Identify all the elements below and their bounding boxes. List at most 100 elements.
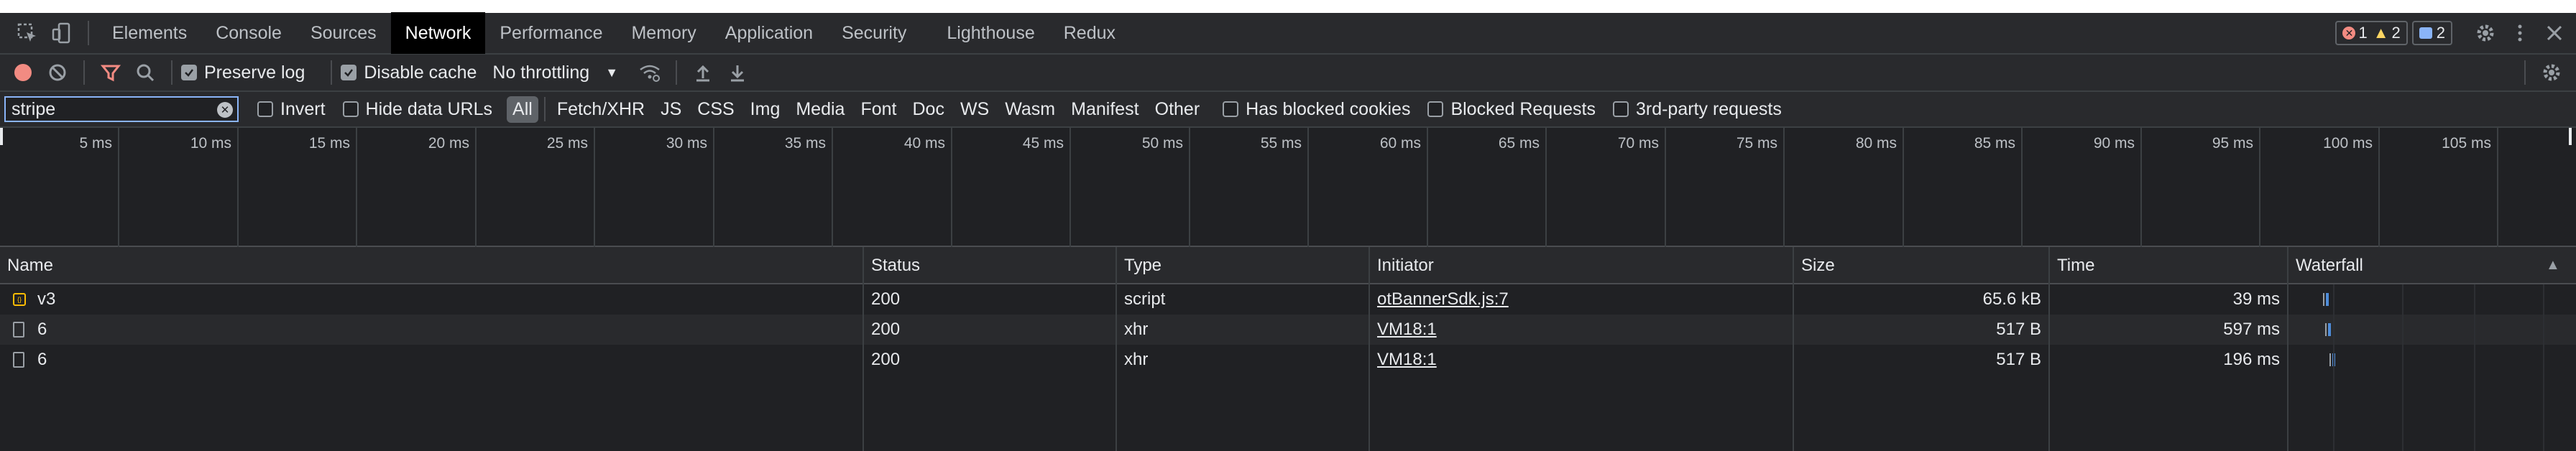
network-conditions-icon[interactable] [632, 55, 667, 90]
throttling-select[interactable]: No throttling ▼ [492, 62, 618, 83]
messages-badge[interactable]: 2 [2411, 21, 2452, 45]
type-filter-ws[interactable]: WS [954, 96, 995, 123]
initiator-link[interactable]: otBannerSdk.js:7 [1377, 289, 1509, 309]
type-filter-manifest[interactable]: Manifest [1065, 96, 1144, 123]
column-header-initiator[interactable]: Initiator [1370, 247, 1434, 284]
initiator-link[interactable]: VM18:1 [1377, 350, 1437, 369]
column-divider[interactable] [2287, 247, 2288, 451]
more-options-icon[interactable] [2503, 16, 2537, 50]
checkbox-unchecked-icon [342, 101, 359, 117]
column-header-time[interactable]: Time [2050, 247, 2094, 284]
third-party-requests-checkbox[interactable]: 3rd-party requests [1612, 99, 1782, 120]
column-divider[interactable] [2048, 247, 2050, 451]
timeline-tick-label: 90 ms [2093, 135, 2135, 152]
tab-console[interactable]: Console [201, 12, 296, 54]
timeline-gridline [1903, 128, 1904, 247]
issues-badge[interactable]: ✕ 1 ▲ 2 [2335, 21, 2408, 45]
toolbar-separator [88, 21, 89, 45]
overview-right-handle[interactable] [2569, 128, 2572, 145]
type-filter-fetch-xhr[interactable]: Fetch/XHR [551, 96, 650, 123]
cell-size: 517 B [1996, 320, 2041, 339]
waterfall-gridline [2543, 284, 2544, 451]
column-divider[interactable] [1368, 247, 1370, 451]
table-row[interactable]: 6 200 xhr VM18:1 517 B 597 ms [0, 315, 2576, 345]
cell-time: 196 ms [2223, 350, 2280, 369]
has-blocked-cookies-checkbox[interactable]: Has blocked cookies [1223, 99, 1410, 120]
toolbar-separator [331, 60, 333, 85]
invert-checkbox[interactable]: Invert [257, 99, 326, 120]
toolbar-separator [543, 97, 546, 121]
timeline-gridline [1783, 128, 1785, 247]
search-icon[interactable] [128, 55, 162, 90]
table-row[interactable]: 6 200 xhr VM18:1 517 B 196 ms [0, 345, 2576, 375]
type-filter-other[interactable]: Other [1149, 96, 1206, 123]
toolbar-separator [83, 60, 85, 85]
blocked-requests-checkbox[interactable]: Blocked Requests [1427, 99, 1596, 120]
column-header-size[interactable]: Size [1794, 247, 1835, 284]
waterfall-bar [2328, 323, 2331, 336]
filter-icon[interactable] [93, 55, 128, 90]
checkbox-unchecked-icon [1612, 101, 1629, 117]
window-top-band [0, 0, 2576, 13]
initiator-link[interactable]: VM18:1 [1377, 320, 1437, 339]
column-header-waterfall[interactable]: Waterfall [2288, 247, 2363, 284]
tab-redux[interactable]: Redux [1049, 12, 1130, 54]
type-filter-all[interactable]: All [507, 96, 538, 123]
tab-lighthouse[interactable]: Lighthouse [932, 12, 1049, 54]
network-settings-gear-icon[interactable] [2534, 55, 2569, 90]
has-blocked-cookies-label: Has blocked cookies [1246, 98, 1411, 119]
overview-left-handle[interactable] [0, 128, 3, 145]
clear-filter-icon[interactable]: ✕ [217, 102, 233, 118]
tab-security[interactable]: Security [827, 12, 921, 54]
filter-input-box[interactable]: ✕ [4, 96, 239, 122]
type-filter-media[interactable]: Media [790, 96, 850, 123]
hide-data-urls-checkbox[interactable]: Hide data URLs [342, 99, 492, 120]
column-header-type[interactable]: Type [1117, 247, 1162, 284]
clear-icon[interactable] [40, 55, 75, 90]
timeline-gridline [1307, 128, 1309, 247]
tab-memory[interactable]: Memory [617, 12, 710, 54]
cell-initiator: VM18:1 [1370, 345, 1787, 375]
tab-sources[interactable]: Sources [296, 12, 391, 54]
cell-type: script [1124, 289, 1166, 309]
tab-performance[interactable]: Performance [485, 12, 617, 54]
type-filter-js[interactable]: JS [655, 96, 687, 123]
close-devtools-icon[interactable] [2537, 16, 2572, 50]
table-row[interactable]: {} v3 200 script otBannerSdk.js:7 65.6 kB 39 m… [0, 284, 2576, 315]
error-count: 1 [2358, 24, 2368, 42]
inspect-element-icon[interactable] [10, 16, 45, 50]
settings-gear-icon[interactable] [2468, 16, 2503, 50]
import-har-icon[interactable] [686, 55, 720, 90]
cell-initiator: otBannerSdk.js:7 [1370, 284, 1787, 315]
tab-elements[interactable]: Elements [98, 12, 201, 54]
record-icon[interactable] [6, 55, 40, 90]
column-divider[interactable] [862, 247, 864, 451]
sort-ascending-icon[interactable]: ▲ [2546, 257, 2560, 274]
column-header-status[interactable]: Status [864, 247, 920, 284]
warning-count: 2 [2391, 24, 2401, 42]
column-divider[interactable] [1793, 247, 1794, 451]
column-header-name[interactable]: Name [0, 247, 53, 284]
tab-network[interactable]: Network [390, 12, 486, 54]
timeline-gridline [2378, 128, 2380, 247]
devtools-tab-bar: Elements Console Sources Network Perform… [0, 12, 2576, 55]
cell-status: 200 [871, 320, 901, 339]
waterfall-wait-bar [2323, 293, 2324, 306]
type-filter-doc[interactable]: Doc [906, 96, 949, 123]
type-filter-css[interactable]: CSS [691, 96, 740, 123]
timeline-tick-label: 45 ms [1022, 135, 1064, 152]
type-filter-img[interactable]: Img [745, 96, 786, 123]
disable-cache-checkbox[interactable]: Disable cache [341, 62, 477, 83]
timeline-tick-label: 60 ms [1379, 135, 1421, 152]
tab-application[interactable]: Application [711, 12, 827, 54]
network-overview-timeline[interactable]: 5 ms 10 ms 15 ms 20 ms 25 ms 30 ms 35 ms 40 ms 4… [0, 128, 2576, 247]
table-header: Name Status Type Initiator Size Time Wat… [0, 247, 2576, 284]
cell-status: 200 [871, 289, 901, 309]
column-divider[interactable] [1116, 247, 1117, 451]
type-filter-wasm[interactable]: Wasm [999, 96, 1061, 123]
preserve-log-checkbox[interactable]: Preserve log [181, 62, 305, 83]
type-filter-font[interactable]: Font [855, 96, 902, 123]
filter-input[interactable] [12, 98, 198, 120]
device-toolbar-icon[interactable] [45, 16, 79, 50]
export-har-icon[interactable] [720, 55, 755, 90]
